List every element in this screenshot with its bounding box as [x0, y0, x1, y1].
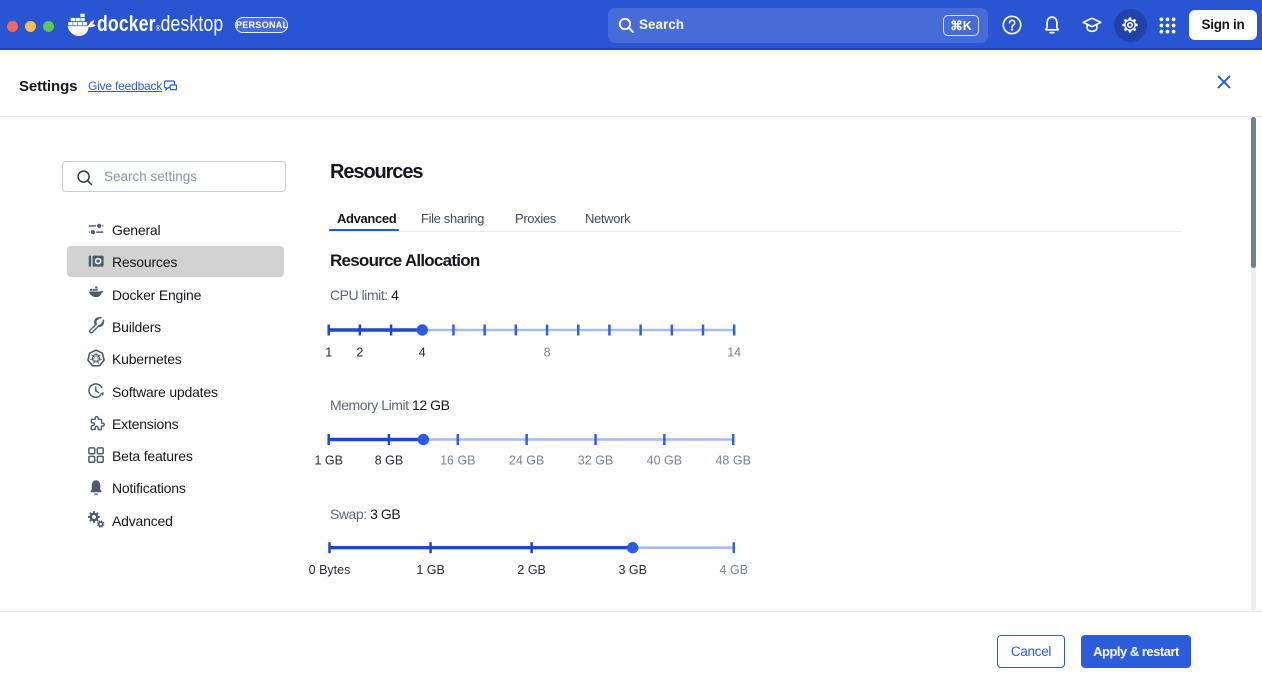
svg-text:4 GB: 4 GB [720, 563, 749, 577]
svg-text:1 GB: 1 GB [314, 454, 343, 468]
svg-text:14: 14 [727, 346, 741, 360]
svg-text:8: 8 [544, 346, 551, 360]
svg-text:24 GB: 24 GB [509, 454, 544, 468]
svg-text:48 GB: 48 GB [715, 454, 750, 468]
svg-text:3 GB: 3 GB [618, 563, 647, 577]
svg-text:1 GB: 1 GB [416, 563, 445, 577]
svg-text:4: 4 [419, 346, 426, 360]
svg-text:0 Bytes: 0 Bytes [309, 563, 351, 577]
svg-text:2: 2 [356, 346, 363, 360]
svg-text:1: 1 [325, 346, 332, 360]
svg-text:32 GB: 32 GB [578, 454, 613, 468]
svg-text:40 GB: 40 GB [647, 454, 682, 468]
svg-text:8 GB: 8 GB [375, 454, 404, 468]
svg-text:2 GB: 2 GB [517, 563, 546, 577]
svg-text:16 GB: 16 GB [440, 454, 475, 468]
